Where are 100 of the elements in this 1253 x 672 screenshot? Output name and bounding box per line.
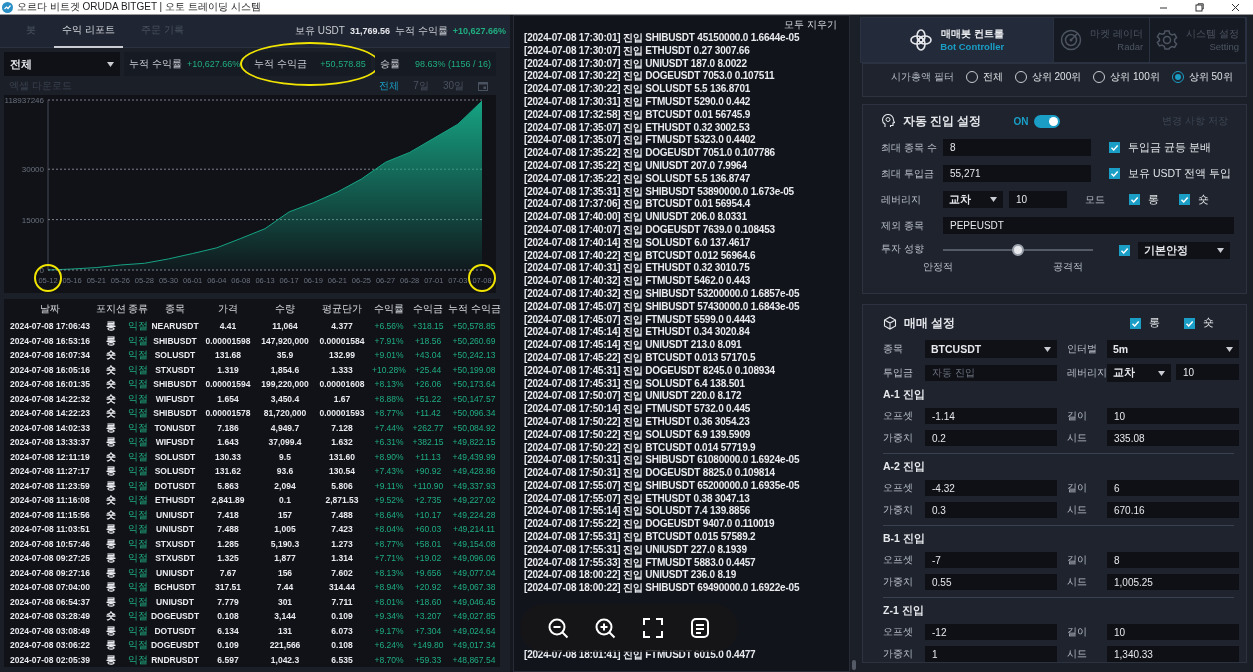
table-cell: 숏 xyxy=(96,493,126,508)
input-field[interactable]: 10 xyxy=(1107,408,1239,424)
input-field[interactable]: 0.2 xyxy=(925,430,1057,446)
notes-icon[interactable] xyxy=(689,617,712,639)
dropdown[interactable]: 기본안정 xyxy=(1138,242,1230,259)
column-header[interactable]: 수익률 xyxy=(370,299,408,319)
table-cell: 1,854.6 xyxy=(256,362,314,377)
input-field[interactable]: 1 xyxy=(925,646,1057,662)
zoom-out-icon[interactable] xyxy=(546,617,569,639)
input-field[interactable]: 0.55 xyxy=(925,574,1057,590)
checkbox[interactable] xyxy=(1119,245,1130,256)
dropdown[interactable]: 교차 xyxy=(943,191,1003,208)
clear-all-button[interactable]: 모두 지우기 xyxy=(782,18,839,32)
column-header[interactable]: 포지션 xyxy=(96,299,126,319)
table-cell: 롱 xyxy=(96,420,126,435)
input-field[interactable]: 10 xyxy=(1009,191,1067,208)
log-line: [2024-07-08 17:40:07] 진입 DOGEUSDT 7639.0 0.108453 xyxy=(524,223,775,237)
section-heading: Z-1 진입 xyxy=(883,603,925,618)
table-cell: 7.423 xyxy=(314,522,370,537)
toggle-switch[interactable] xyxy=(1034,114,1061,128)
table-cell: 익절 xyxy=(126,377,150,392)
column-header[interactable]: 평균단가 xyxy=(314,299,370,319)
checkbox[interactable] xyxy=(1109,168,1120,179)
fullscreen-icon[interactable] xyxy=(641,617,664,639)
dropdown[interactable]: 교차 xyxy=(1107,364,1171,382)
slider-thumb[interactable] xyxy=(1012,244,1024,256)
log-line: [2024-07-08 17:50:31] 진입 SHIBUSDT 61080000.0 1.6924e-05 xyxy=(524,454,800,468)
table-cell: +20.92 xyxy=(408,580,448,595)
field-label: 최대 종목 수 xyxy=(881,140,937,155)
table-cell: 롱 xyxy=(96,522,126,537)
log-line: [2024-07-08 17:37:06] 진입 BTCUSDT 0.01 56954.4 xyxy=(524,198,751,212)
input-field[interactable]: 55,271 xyxy=(943,165,1091,182)
log-line: [2024-07-08 17:55:31] 진입 BTCUSDT 0.015 57589.2 xyxy=(524,531,756,544)
input-field[interactable]: -1.14 xyxy=(925,408,1057,424)
table-cell: 37,099.4 xyxy=(256,435,314,450)
table-cell: STXUSDT xyxy=(150,551,200,566)
input-field[interactable]: 670.16 xyxy=(1107,502,1239,518)
table-cell: +59.33 xyxy=(408,652,448,667)
dropdown[interactable]: BTCUSDT xyxy=(925,340,1057,358)
input-field[interactable]: 1,005.25 xyxy=(1107,574,1239,590)
dropdown[interactable]: 5m xyxy=(1107,340,1239,358)
tab[interactable]: 수익 리포트 xyxy=(54,15,123,48)
y-tick-label: 30000 xyxy=(21,165,44,175)
log-line: [2024-07-08 17:30:31] 진입 FTMUSDT 5290.0 0.442 xyxy=(524,96,751,109)
table-cell: 132.99 xyxy=(314,348,370,363)
table-cell: 7.711 xyxy=(314,594,370,609)
range-tab[interactable]: 전체 xyxy=(379,79,400,93)
table-cell: 1.325 xyxy=(200,551,256,566)
input-field[interactable]: 8 xyxy=(943,139,1091,156)
log-line: [2024-07-08 17:40:14] 진입 SOLUSDT 6.0 137.4617 xyxy=(524,236,751,250)
column-header[interactable]: 날짜 xyxy=(4,299,96,319)
scrollbar-thumb[interactable] xyxy=(852,660,856,670)
input-field[interactable]: -4.32 xyxy=(925,480,1057,496)
input-field[interactable]: 335.08 xyxy=(1107,430,1239,446)
table-cell: 131.60 xyxy=(314,449,370,464)
column-header[interactable]: 가격 xyxy=(200,299,256,319)
log-line: [2024-07-08 17:45:14] 진입 ETHUSDT 0.34 3020.84 xyxy=(524,326,750,340)
table-cell: SHIBUSDT xyxy=(150,333,200,348)
table-cell: 숏 xyxy=(96,377,126,392)
table-cell: +6.56% xyxy=(370,319,408,334)
input-field[interactable]: 10 xyxy=(1176,364,1239,380)
checkbox[interactable] xyxy=(1130,317,1141,329)
log-line: [2024-07-08 17:40:32] 진입 SHIBUSDT 53200000.0 1.6857e-05 xyxy=(524,287,800,301)
input-field[interactable]: 8 xyxy=(1107,552,1239,568)
filter-dropdown[interactable]: 전체 xyxy=(4,52,120,76)
log-line: [2024-07-08 17:50:31] 진입 DOGEUSDT 8825.0 0.109814 xyxy=(524,467,775,480)
caret-icon xyxy=(1226,346,1233,352)
input-field[interactable]: 6 xyxy=(1107,480,1239,496)
table-cell: +25.44 xyxy=(408,362,448,377)
input-field[interactable]: PEPEUSDT xyxy=(943,217,1234,234)
input-field[interactable]: 1,340.33 xyxy=(1107,646,1239,662)
nav-tab[interactable]: 매매봇 컨트롤 Bot Controller xyxy=(861,18,1055,62)
input-field[interactable]: 0.3 xyxy=(925,502,1057,518)
input-field[interactable]: -7 xyxy=(925,552,1057,568)
input-field[interactable]: 자동 진입 xyxy=(925,365,1057,381)
table-cell: 4,949.7 xyxy=(256,420,314,435)
input-field[interactable]: -12 xyxy=(925,624,1057,640)
zoom-in-icon[interactable] xyxy=(594,617,617,639)
table-cell: 199,220,000 xyxy=(256,377,314,392)
checkbox[interactable] xyxy=(1184,317,1195,329)
column-header[interactable]: 수익금 xyxy=(408,299,448,319)
column-header[interactable]: 종목 xyxy=(150,299,200,319)
checkbox[interactable] xyxy=(1179,194,1190,205)
checkbox[interactable] xyxy=(1109,142,1120,153)
column-header[interactable]: 누적 수익금 xyxy=(448,299,500,319)
checkbox[interactable] xyxy=(1129,194,1140,205)
column-header[interactable]: 종류 xyxy=(126,299,150,319)
table-cell: DOGEUSDT xyxy=(150,609,200,624)
table-cell: 0.00001608 xyxy=(314,377,370,392)
column-header[interactable]: 수량 xyxy=(256,299,314,319)
caret-icon xyxy=(1217,248,1224,253)
log-line: [2024-07-08 17:35:22] 진입 SOLUSDT 5.5 136.8747 xyxy=(524,172,751,186)
table-cell: 롱 xyxy=(96,652,126,667)
table-cell: 익절 xyxy=(126,565,150,580)
input-field[interactable]: 10 xyxy=(1107,624,1239,640)
table-cell: 익절 xyxy=(126,623,150,638)
table-cell: 157 xyxy=(256,507,314,522)
log-line: [2024-07-08 17:45:07] 진입 SHIBUSDT 57430000.0 1.6843e-05 xyxy=(524,300,800,314)
log-line: [2024-07-08 17:45:07] 진입 FTMUSDT 5599.0 0.4443 xyxy=(524,313,756,327)
table-cell: 1,005 xyxy=(256,522,314,537)
